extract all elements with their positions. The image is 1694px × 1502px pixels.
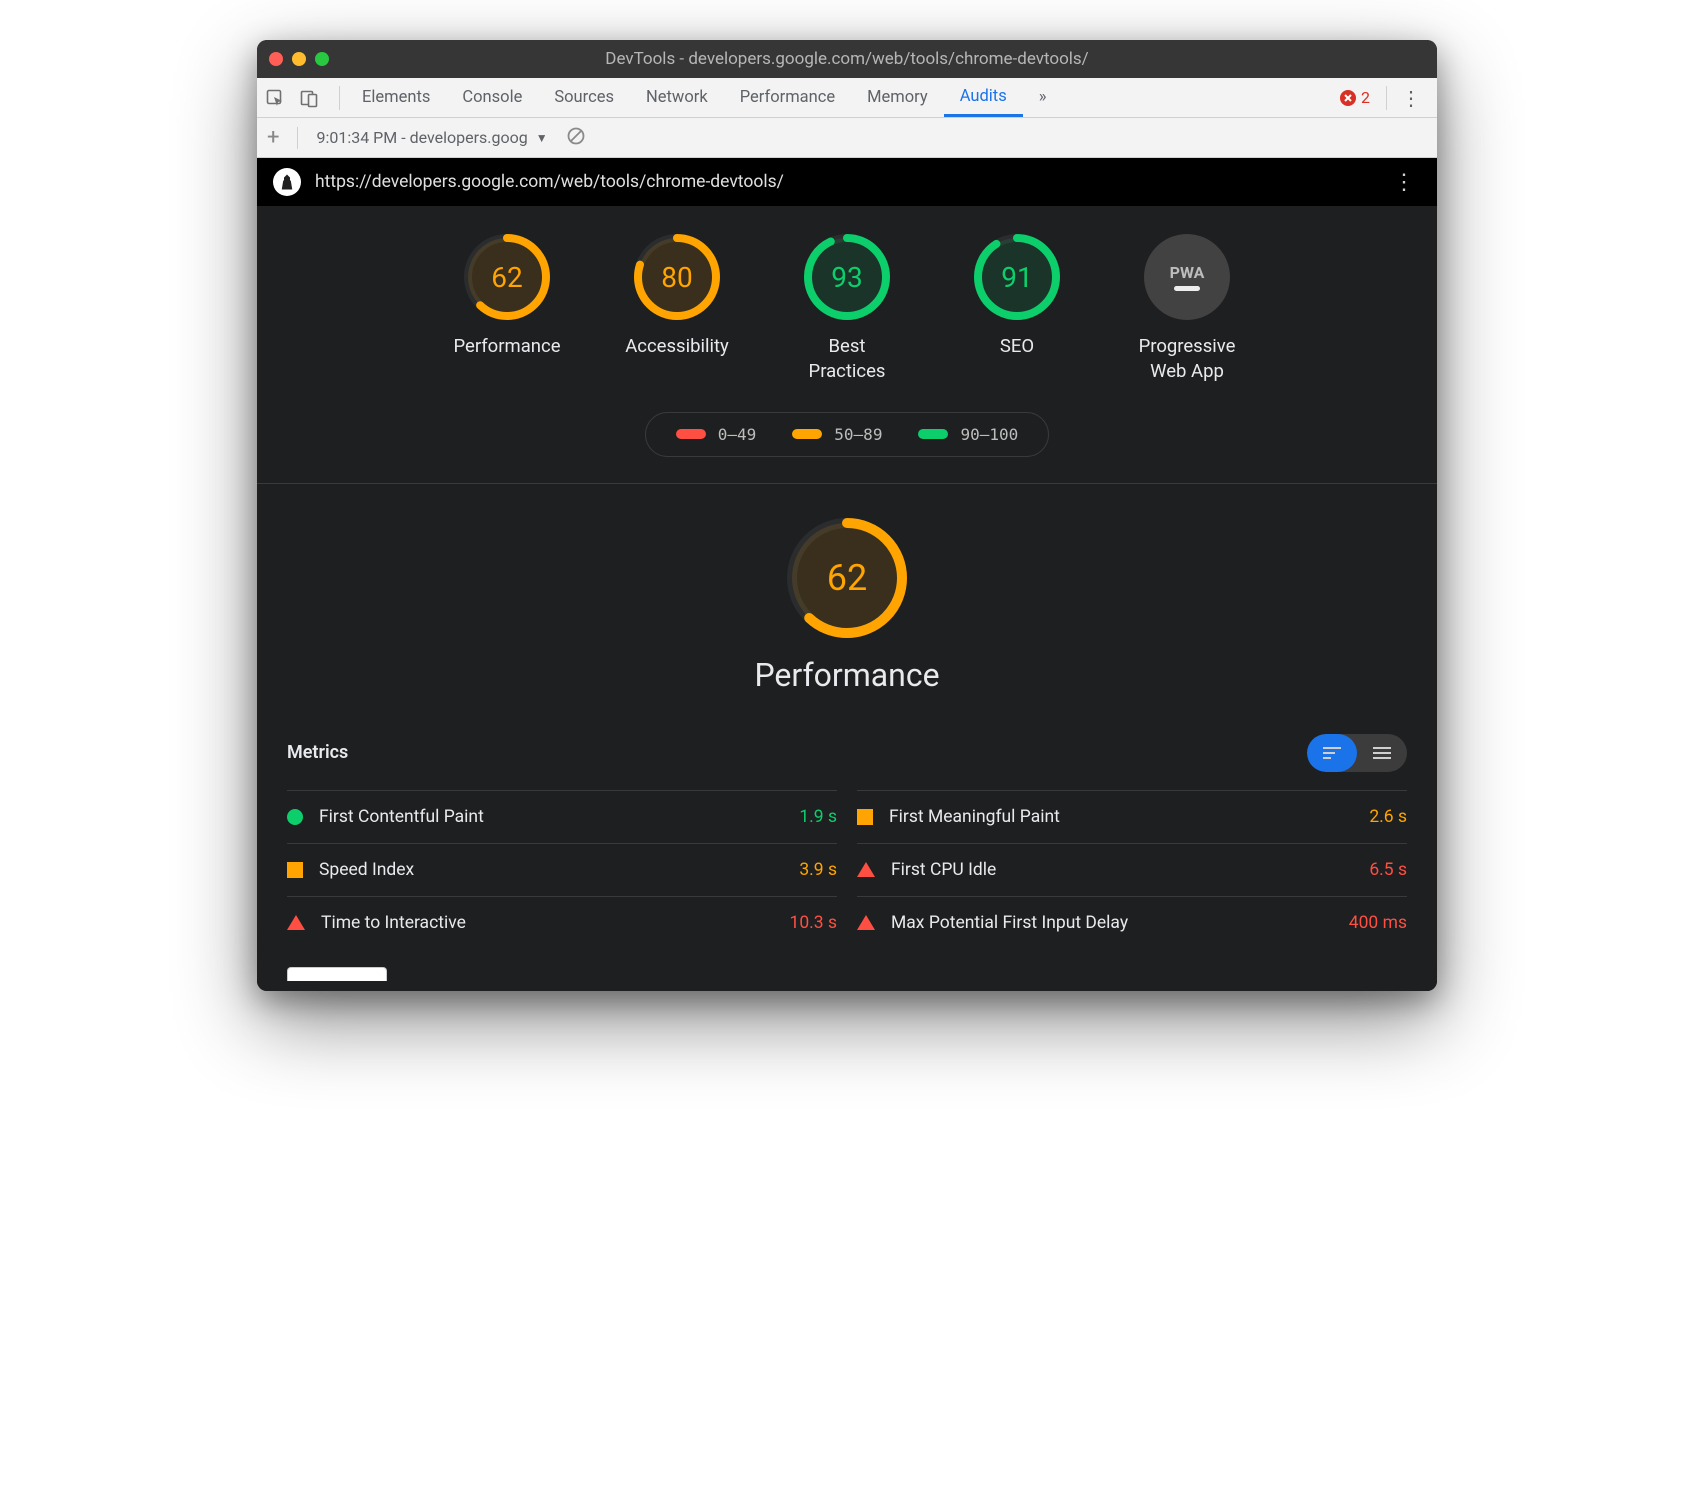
gauge-label: SEO xyxy=(1000,334,1034,359)
gauge-label: ProgressiveWeb App xyxy=(1139,334,1236,384)
metrics-view-summary[interactable] xyxy=(1307,734,1357,772)
metric-name: First CPU Idle xyxy=(891,860,1353,880)
chevron-down-icon: ▼ xyxy=(536,131,548,145)
status-fail-icon xyxy=(287,915,305,930)
tab-elements[interactable]: Elements xyxy=(346,78,446,117)
close-window-button[interactable] xyxy=(269,52,283,66)
status-fail-icon xyxy=(857,915,875,930)
titlebar: DevTools - developers.google.com/web/too… xyxy=(257,40,1437,78)
metrics-header: Metrics xyxy=(257,722,1437,790)
minimize-window-button[interactable] xyxy=(292,52,306,66)
metric-row[interactable]: First CPU Idle 6.5 s xyxy=(857,843,1407,896)
report-menu-button[interactable]: ⋮ xyxy=(1387,170,1421,195)
devtools-tabs-bar: Elements Console Sources Network Perform… xyxy=(257,78,1437,118)
more-tabs-button[interactable]: » xyxy=(1023,78,1063,117)
tab-network[interactable]: Network xyxy=(630,78,724,117)
devtools-menu-button[interactable]: ⋮ xyxy=(1393,86,1429,110)
pwa-icon: PWA xyxy=(1144,234,1230,320)
gauge-label: Performance xyxy=(453,334,560,359)
metric-name: Speed Index xyxy=(319,860,783,880)
metric-name: First Meaningful Paint xyxy=(889,807,1353,827)
performance-section-header: 62 Performance xyxy=(257,484,1437,722)
metric-row[interactable]: First Meaningful Paint 2.6 s xyxy=(857,790,1407,843)
metric-row[interactable]: Time to Interactive 10.3 s xyxy=(287,896,837,949)
tab-sources[interactable]: Sources xyxy=(538,78,630,117)
device-toolbar-icon[interactable] xyxy=(299,88,319,108)
view-trace-button-peek[interactable] xyxy=(287,967,387,981)
devtools-window: DevTools - developers.google.com/web/too… xyxy=(257,40,1437,991)
performance-section-title: Performance xyxy=(754,656,939,694)
legend-pass-swatch xyxy=(918,429,948,439)
window-title: DevTools - developers.google.com/web/too… xyxy=(257,49,1437,69)
metric-value: 6.5 s xyxy=(1369,860,1407,880)
metrics-view-detail[interactable] xyxy=(1357,734,1407,772)
clear-report-button[interactable] xyxy=(566,126,586,150)
tab-console[interactable]: Console xyxy=(446,78,538,117)
metric-value: 3.9 s xyxy=(799,860,837,880)
metric-value: 2.6 s xyxy=(1369,807,1407,827)
gauge-label: BestPractices xyxy=(809,334,886,384)
score-gauge-pwa[interactable]: PWA ProgressiveWeb App xyxy=(1124,234,1250,384)
legend-fail-swatch xyxy=(676,429,706,439)
metric-row[interactable]: First Contentful Paint 1.9 s xyxy=(287,790,837,843)
gauge-label: Accessibility xyxy=(625,334,729,359)
new-audit-button[interactable]: + xyxy=(267,125,279,150)
inspect-element-icon[interactable] xyxy=(265,88,285,108)
tab-memory[interactable]: Memory xyxy=(851,78,944,117)
score-legend: 0–49 50–89 90–100 xyxy=(645,412,1050,457)
audits-toolbar: + 9:01:34 PM - developers.goog ▼ xyxy=(257,118,1437,158)
metrics-view-toggle[interactable] xyxy=(1307,734,1407,772)
metric-value: 1.9 s xyxy=(799,807,837,827)
audited-url: https://developers.google.com/web/tools/… xyxy=(315,172,784,192)
console-errors-badge[interactable]: 2 xyxy=(1330,88,1380,107)
metric-value: 400 ms xyxy=(1349,913,1407,933)
lighthouse-url-bar: https://developers.google.com/web/tools/… xyxy=(257,158,1437,206)
lighthouse-icon xyxy=(273,168,301,196)
metric-value: 10.3 s xyxy=(790,913,838,933)
traffic-lights xyxy=(269,52,329,66)
metrics-grid: First Contentful Paint 1.9 s First Meani… xyxy=(257,790,1437,949)
score-gauge-best-practices[interactable]: 93 BestPractices xyxy=(784,234,910,384)
report-selector[interactable]: 9:01:34 PM - developers.goog ▼ xyxy=(316,128,547,147)
performance-main-gauge: 62 xyxy=(787,518,907,638)
status-avg-icon xyxy=(287,862,303,878)
tab-performance[interactable]: Performance xyxy=(724,78,851,117)
metric-name: Max Potential First Input Delay xyxy=(891,913,1333,933)
metrics-heading: Metrics xyxy=(287,742,348,763)
metric-row[interactable]: Max Potential First Input Delay 400 ms xyxy=(857,896,1407,949)
score-gauge-seo[interactable]: 91 SEO xyxy=(954,234,1080,384)
score-gauge-performance[interactable]: 62 Performance xyxy=(444,234,570,384)
metric-row[interactable]: Speed Index 3.9 s xyxy=(287,843,837,896)
status-pass-icon xyxy=(287,809,303,825)
status-avg-icon xyxy=(857,809,873,825)
score-gauges: 62 Performance 80 Accessibility 93 BestP… xyxy=(257,206,1437,402)
status-fail-icon xyxy=(857,862,875,877)
score-gauge-accessibility[interactable]: 80 Accessibility xyxy=(614,234,740,384)
lighthouse-report: 62 Performance 80 Accessibility 93 BestP… xyxy=(257,206,1437,991)
metric-name: First Contentful Paint xyxy=(319,807,783,827)
zoom-window-button[interactable] xyxy=(315,52,329,66)
legend-avg-swatch xyxy=(792,429,822,439)
metric-name: Time to Interactive xyxy=(321,913,774,933)
tab-audits[interactable]: Audits xyxy=(944,78,1023,117)
